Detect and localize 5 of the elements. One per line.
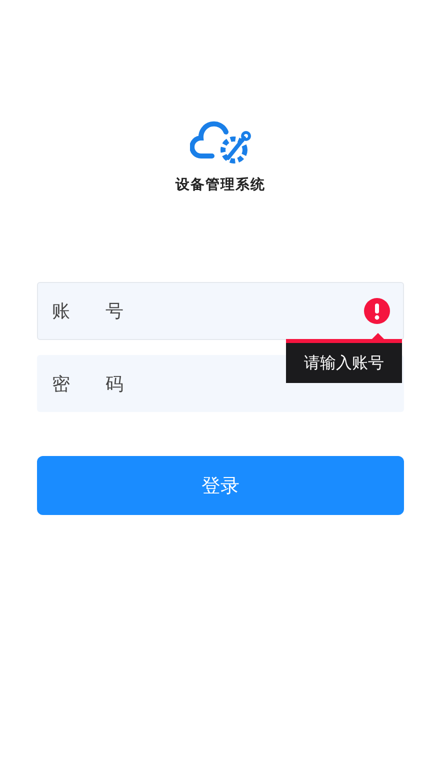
tooltip-pointer-icon	[372, 333, 384, 339]
field-label: 账 号	[52, 300, 124, 323]
error-icon	[364, 298, 390, 324]
error-tooltip: 请输入账号	[286, 339, 402, 383]
app-title: 设备管理系统	[176, 176, 266, 194]
